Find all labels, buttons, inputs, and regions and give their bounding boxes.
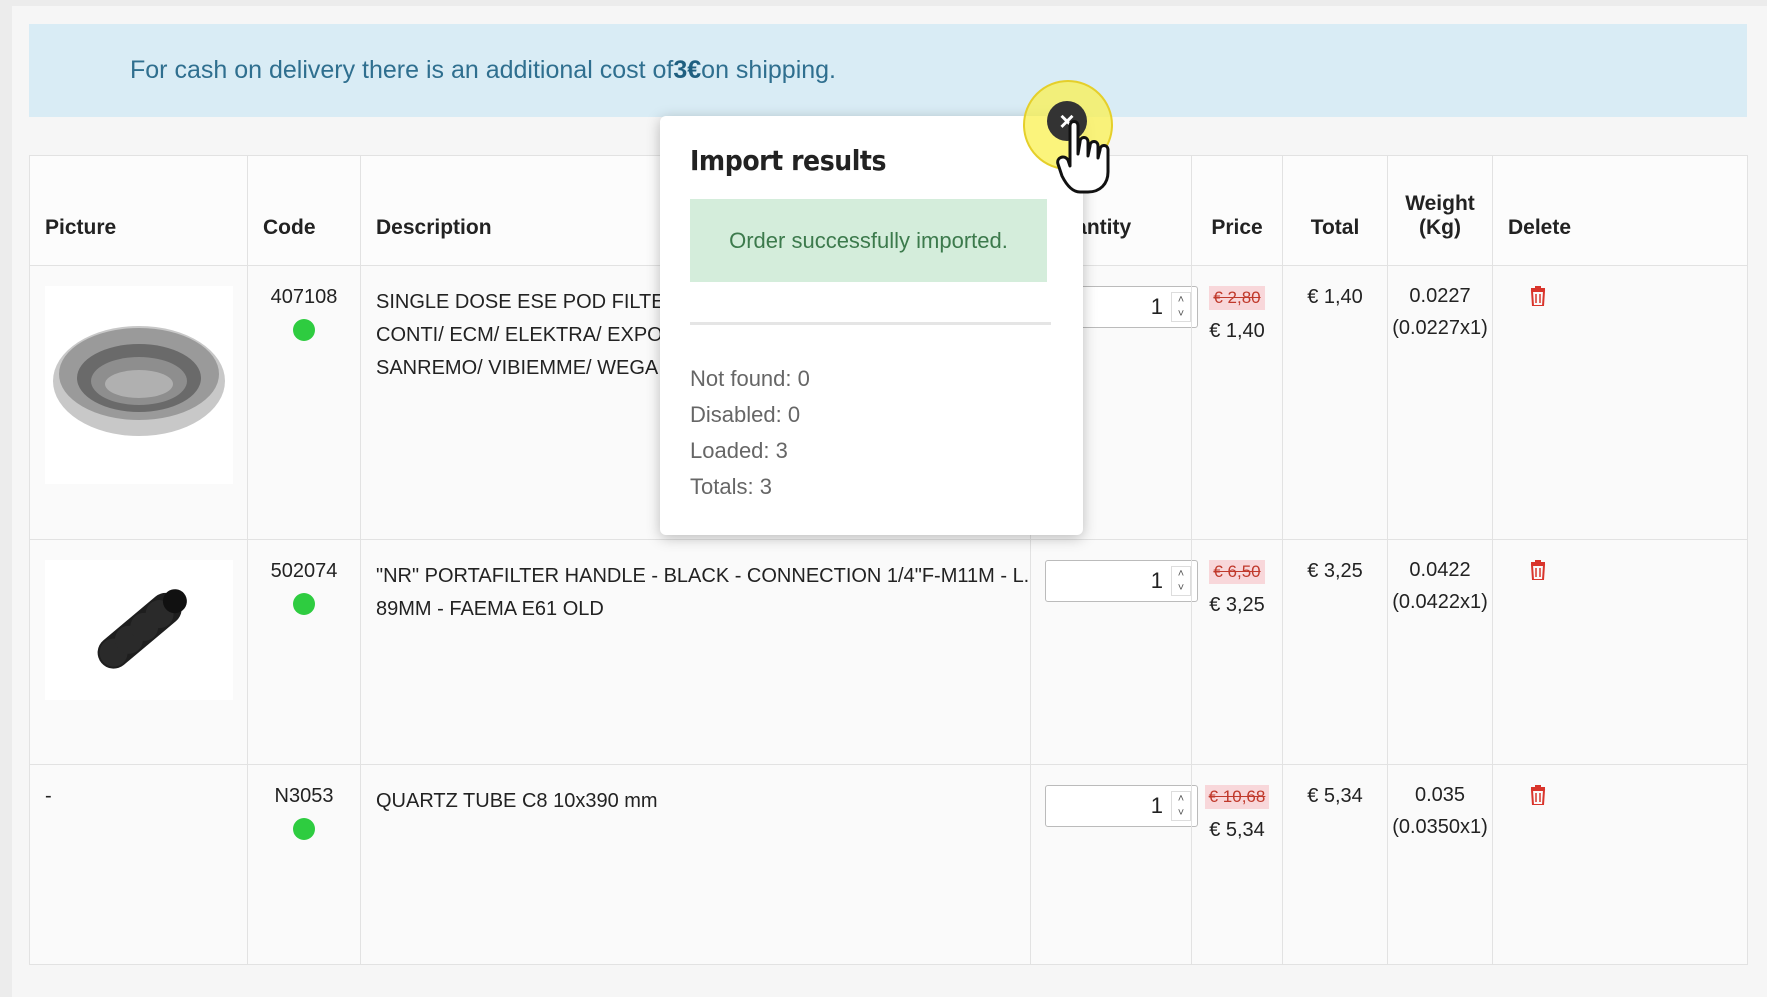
- product-code: 502074: [270, 560, 338, 582]
- stat-totals: Totals: 3: [690, 474, 772, 499]
- in-stock-dot: [293, 593, 315, 615]
- weight-detail: (0.0422x1): [1392, 591, 1488, 613]
- stat-disabled: Disabled: 0: [690, 402, 801, 427]
- table-row: 502074 "NR" PORTAFILTER HANDLE - BLACK -…: [29, 539, 1748, 765]
- row-total: € 5,34: [1282, 764, 1388, 965]
- header-weight: Weight (Kg): [1387, 155, 1493, 266]
- code-cell: 407108: [247, 265, 361, 540]
- notice-text: For cash on delivery there is an additio…: [130, 56, 674, 84]
- product-image[interactable]: [45, 286, 233, 484]
- discounted-price: € 1,40: [1209, 320, 1265, 342]
- product-code: N3053: [274, 785, 334, 807]
- header-picture: Picture: [29, 155, 248, 266]
- filter-basket-image: [53, 326, 225, 436]
- header-weight-line1: Weight: [1405, 192, 1475, 215]
- delete-cell: [1492, 539, 1748, 765]
- portafilter-handle-image: [97, 589, 187, 669]
- trash-icon[interactable]: [1530, 560, 1546, 586]
- table-row: - N3053 QUARTZ TUBE C8 10x390 mm 1 ˄ ˅ € …: [29, 764, 1748, 965]
- discounted-price: € 3,25: [1209, 594, 1265, 616]
- import-results-modal: Import results Order successfully import…: [660, 116, 1083, 535]
- quantity-cell: 1 ˄ ˅: [1030, 539, 1198, 765]
- quantity-value: 1: [1150, 294, 1163, 319]
- hand-pointer-icon: [1056, 120, 1110, 194]
- delete-cell: [1492, 764, 1748, 965]
- stepper-arrows-icon[interactable]: ˄ ˅: [1171, 566, 1191, 596]
- weight-cell: 0.035 (0.0350x1): [1387, 764, 1493, 965]
- code-cell: N3053: [247, 764, 361, 965]
- divider: [690, 322, 1051, 325]
- quantity-stepper[interactable]: 1 ˄ ˅: [1045, 785, 1198, 827]
- stepper-arrows-icon[interactable]: ˄ ˅: [1171, 791, 1191, 821]
- picture-cell: -: [29, 764, 248, 965]
- old-price: € 10,68: [1204, 785, 1270, 809]
- header-weight-line2: (Kg): [1419, 216, 1461, 239]
- quantity-cell: 1 ˄ ˅: [1030, 764, 1198, 965]
- header-total: Total: [1282, 155, 1388, 266]
- picture-cell: [29, 539, 248, 765]
- weight-cell: 0.0422 (0.0422x1): [1387, 539, 1493, 765]
- weight-value: 0.035: [1414, 784, 1466, 806]
- code-cell: 502074: [247, 539, 361, 765]
- row-total: € 1,40: [1282, 265, 1388, 540]
- quantity-stepper[interactable]: 1 ˄ ˅: [1045, 560, 1198, 602]
- header-price: Price: [1191, 155, 1283, 266]
- old-price: € 6,50: [1209, 560, 1265, 584]
- weight-detail: (0.0227x1): [1392, 317, 1488, 339]
- modal-title: Import results: [690, 144, 887, 177]
- row-total: € 3,25: [1282, 539, 1388, 765]
- trash-icon[interactable]: [1530, 286, 1546, 312]
- header-delete: Delete: [1492, 155, 1748, 266]
- header-code: Code: [247, 155, 361, 266]
- picture-cell: [29, 265, 248, 540]
- stepper-arrows-icon[interactable]: ˄ ˅: [1171, 292, 1191, 322]
- product-description[interactable]: "NR" PORTAFILTER HANDLE - BLACK - CONNEC…: [360, 539, 1031, 765]
- price-cell: € 2,80 € 1,40: [1191, 265, 1283, 540]
- weight-value: 0.0422: [1409, 559, 1471, 581]
- notice-amount: 3€: [673, 56, 702, 84]
- in-stock-dot: [293, 319, 315, 341]
- delete-cell: [1492, 265, 1748, 540]
- product-description[interactable]: QUARTZ TUBE C8 10x390 mm: [360, 764, 1031, 965]
- weight-cell: 0.0227 (0.0227x1): [1387, 265, 1493, 540]
- notice-suffix: on shipping.: [701, 56, 836, 84]
- quantity-value: 1: [1150, 568, 1163, 593]
- import-stats: Not found: 0 Disabled: 0 Loaded: 3 Total…: [690, 361, 1053, 505]
- success-alert: Order successfully imported.: [690, 199, 1047, 282]
- shipping-notice: For cash on delivery there is an additio…: [29, 24, 1747, 117]
- no-picture: -: [45, 785, 52, 807]
- price-cell: € 6,50 € 3,25: [1191, 539, 1283, 765]
- product-image[interactable]: [45, 560, 233, 700]
- weight-value: 0.0227: [1409, 285, 1471, 307]
- trash-icon[interactable]: [1530, 785, 1546, 811]
- in-stock-dot: [293, 818, 315, 840]
- discounted-price: € 5,34: [1209, 819, 1265, 841]
- weight-detail: (0.0350x1): [1392, 816, 1488, 838]
- old-price: € 2,80: [1209, 286, 1265, 310]
- quantity-value: 1: [1150, 793, 1163, 818]
- stat-not-found: Not found: 0: [690, 366, 810, 391]
- price-cell: € 10,68 € 5,34: [1191, 764, 1283, 965]
- stat-loaded: Loaded: 3: [690, 438, 788, 463]
- product-code: 407108: [270, 286, 338, 308]
